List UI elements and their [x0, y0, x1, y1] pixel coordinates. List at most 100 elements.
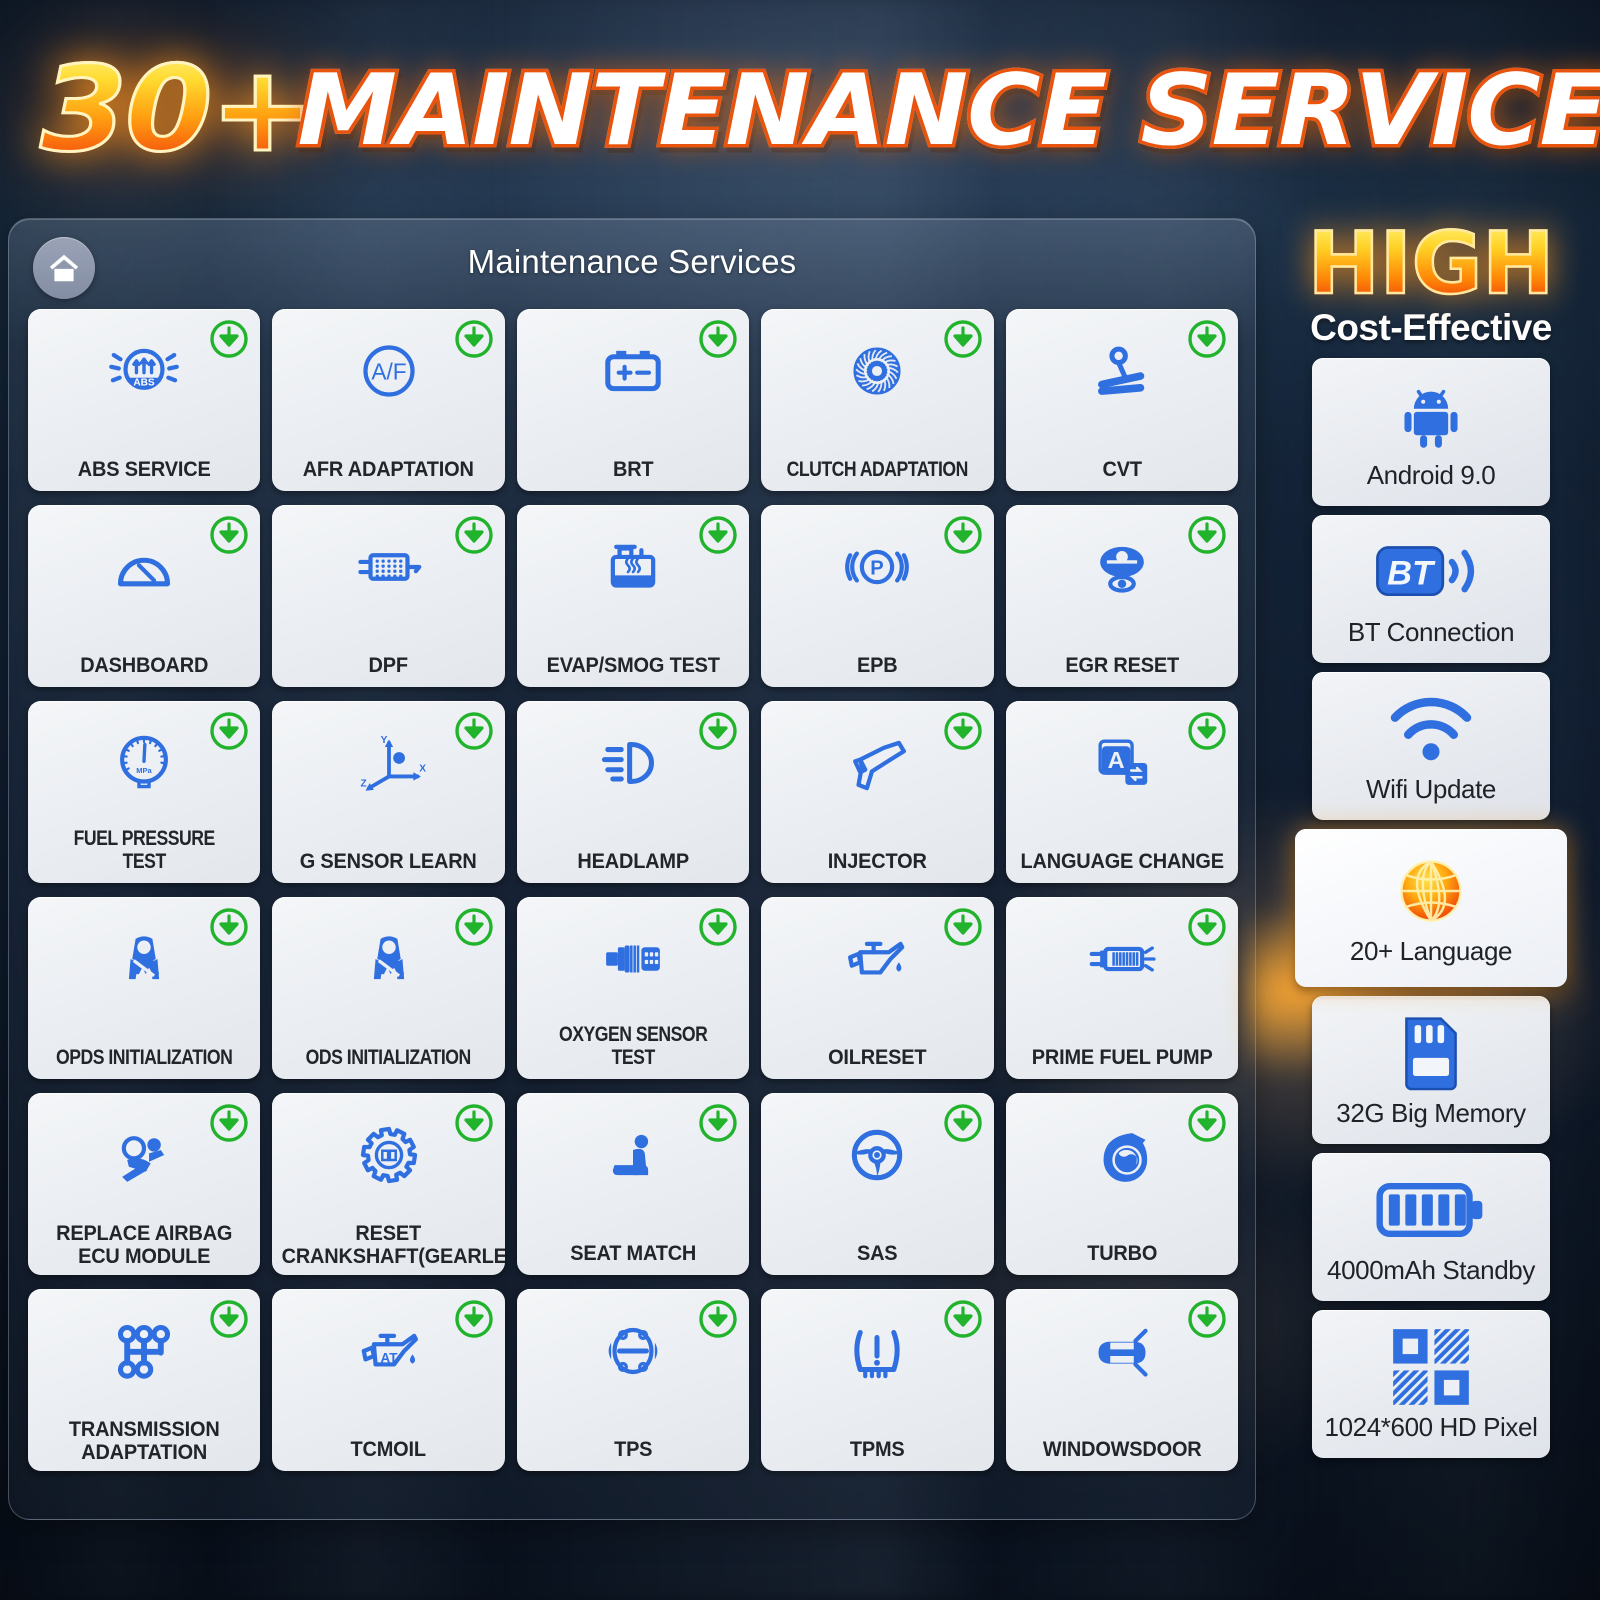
download-badge-icon[interactable]	[209, 515, 249, 555]
service-card[interactable]: CVT	[1005, 309, 1238, 491]
download-badge-icon[interactable]	[454, 907, 494, 947]
service-card[interactable]: A/F AFR ADAPTATION	[272, 309, 505, 491]
download-badge-icon[interactable]	[698, 319, 738, 359]
download-badge-icon[interactable]	[454, 1103, 494, 1143]
service-card-label: INJECTOR	[827, 850, 927, 874]
svg-text:Z: Z	[360, 779, 366, 790]
download-badge-icon[interactable]	[1187, 1299, 1227, 1339]
service-card[interactable]: TRANSMISSION ADAPTATION	[28, 1289, 261, 1471]
service-card[interactable]: TURBO	[1005, 1093, 1238, 1275]
download-badge-icon[interactable]	[943, 515, 983, 555]
service-card-label: EVAP/SMOG TEST	[546, 654, 720, 678]
service-card-label: BRT	[612, 458, 654, 482]
service-card[interactable]: SAS	[761, 1093, 994, 1275]
service-card[interactable]: TPS	[516, 1289, 750, 1471]
feature-card-label: Wifi Update	[1366, 774, 1496, 805]
service-card-label: ABS SERVICE	[77, 458, 211, 482]
svg-text:BT: BT	[1387, 555, 1436, 593]
service-card[interactable]: ABS ABS SERVICE	[28, 309, 261, 491]
svg-text:MPa: MPa	[136, 766, 152, 775]
download-badge-icon[interactable]	[943, 1299, 983, 1339]
download-badge-icon[interactable]	[1187, 907, 1227, 947]
maintenance-panel: Maintenance Services ABS ABS SERVICE A/F…	[8, 218, 1256, 1520]
download-badge-icon[interactable]	[943, 907, 983, 947]
download-badge-icon[interactable]	[454, 1299, 494, 1339]
services-grid: ABS ABS SERVICE A/F AFR ADAPTATION BRT C…	[28, 309, 1238, 1471]
service-card[interactable]: OILRESET	[761, 897, 994, 1079]
bluetooth-icon: BT	[1372, 529, 1490, 615]
service-card[interactable]: TPMS	[761, 1289, 994, 1471]
service-card[interactable]: HEADLAMP	[516, 701, 750, 883]
service-card[interactable]: OXYGEN SENSOR TEST	[516, 897, 750, 1079]
download-badge-icon[interactable]	[1187, 711, 1227, 751]
service-card-label: TPS	[613, 1438, 653, 1462]
service-card-label: OXYGEN SENSOR TEST	[558, 1022, 708, 1070]
service-card[interactable]: PRIME FUEL PUMP	[1005, 897, 1238, 1079]
service-card[interactable]: P EPB	[761, 505, 994, 687]
download-badge-icon[interactable]	[943, 319, 983, 359]
globe-icon	[1390, 848, 1472, 934]
service-card[interactable]: REPLACE AIRBAG ECU MODULE	[28, 1093, 261, 1275]
download-badge-icon[interactable]	[698, 711, 738, 751]
service-card-label: EPB	[857, 654, 898, 678]
download-badge-icon[interactable]	[943, 711, 983, 751]
download-badge-icon[interactable]	[209, 907, 249, 947]
battery-icon	[1376, 1167, 1486, 1253]
service-card[interactable]: Y X Z G SENSOR LEARN	[272, 701, 505, 883]
svg-text:Y: Y	[380, 735, 387, 746]
service-card[interactable]: DASHBOARD	[28, 505, 261, 687]
download-badge-icon[interactable]	[698, 1299, 738, 1339]
service-card[interactable]: ODS INITIALIZATION	[272, 897, 505, 1079]
service-card-label: DASHBOARD	[80, 654, 209, 678]
service-card[interactable]: SEAT MATCH	[516, 1093, 750, 1275]
panel-header: Maintenance Services	[9, 219, 1255, 303]
service-card[interactable]: WINDOWSDOOR	[1005, 1289, 1238, 1471]
service-card[interactable]: BRT	[516, 309, 750, 491]
wifi-icon	[1383, 686, 1479, 772]
service-card-label: REPLACE AIRBAG ECU MODULE	[56, 1221, 233, 1269]
feature-card: 32G Big Memory	[1312, 995, 1550, 1144]
download-badge-icon[interactable]	[454, 319, 494, 359]
svg-text:P: P	[871, 558, 884, 580]
service-card-label: SEAT MATCH	[570, 1242, 696, 1266]
svg-text:A/F: A/F	[371, 358, 406, 384]
download-badge-icon[interactable]	[209, 1299, 249, 1339]
download-badge-icon[interactable]	[943, 1103, 983, 1143]
download-badge-icon[interactable]	[698, 1103, 738, 1143]
service-card[interactable]: DPF	[272, 505, 505, 687]
download-badge-icon[interactable]	[454, 515, 494, 555]
service-card[interactable]: CLUTCH ADAPTATION	[761, 309, 994, 491]
service-card-label: TCMOIL	[350, 1438, 427, 1462]
download-badge-icon[interactable]	[698, 515, 738, 555]
service-card[interactable]: MPa FUEL PRESSURE TEST	[28, 701, 261, 883]
download-badge-icon[interactable]	[1187, 319, 1227, 359]
service-card[interactable]: EVAP/SMOG TEST	[516, 505, 750, 687]
service-card[interactable]: INJECTOR	[761, 701, 994, 883]
download-badge-icon[interactable]	[209, 711, 249, 751]
service-card[interactable]: AT TCMOIL	[272, 1289, 505, 1471]
svg-text:X: X	[419, 763, 426, 774]
download-badge-icon[interactable]	[698, 907, 738, 947]
service-card-label: G SENSOR LEARN	[300, 850, 478, 874]
download-badge-icon[interactable]	[454, 711, 494, 751]
feature-card: 1024*600 HD Pixel	[1312, 1309, 1550, 1458]
service-card-label: FUEL PRESSURE TEST	[73, 826, 216, 874]
feature-card-label: 20+ Language	[1349, 936, 1513, 967]
download-badge-icon[interactable]	[1187, 515, 1227, 555]
download-badge-icon[interactable]	[209, 319, 249, 359]
feature-card: 20+ Language	[1295, 828, 1567, 987]
feature-card: Wifi Update	[1312, 671, 1550, 820]
download-badge-icon[interactable]	[1187, 1103, 1227, 1143]
feature-card-label: BT Connection	[1347, 617, 1515, 648]
service-card-label: OPDS INITIALIZATION	[56, 1046, 233, 1070]
service-card-label: PRIME FUEL PUMP	[1031, 1046, 1213, 1070]
feature-card: 4000mAh Standby	[1312, 1152, 1550, 1301]
service-card[interactable]: A LANGUAGE CHANGE	[1005, 701, 1238, 883]
service-card-label: TRANSMISSION ADAPTATION	[68, 1417, 220, 1465]
service-card[interactable]: RESET CRANKSHAFT(GEARLEARN)	[272, 1093, 505, 1275]
download-badge-icon[interactable]	[209, 1103, 249, 1143]
service-card[interactable]: EGR RESET	[1005, 505, 1238, 687]
service-card[interactable]: OPDS INITIALIZATION	[28, 897, 261, 1079]
service-card-label: DPF	[368, 654, 409, 678]
service-card-label: CVT	[1102, 458, 1142, 482]
